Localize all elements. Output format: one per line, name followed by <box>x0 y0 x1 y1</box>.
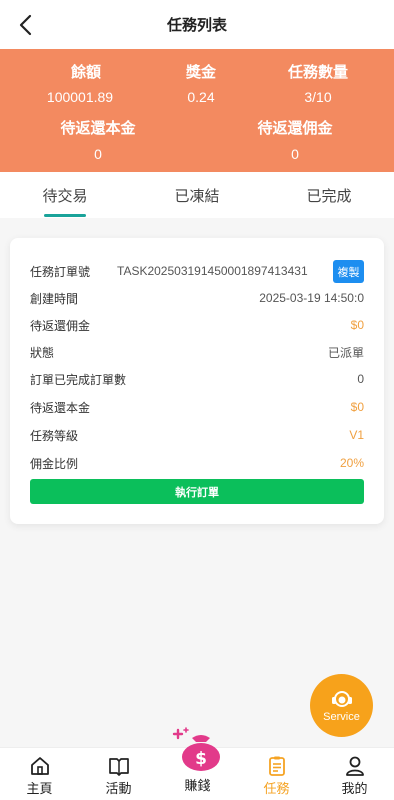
svg-text:$: $ <box>195 749 207 769</box>
pending-commission-row: 待返還佣金 $0 <box>30 315 364 335</box>
money-bag-icon[interactable]: $ <box>172 726 222 772</box>
nav-earn-label: 賺錢 <box>184 778 211 793</box>
level-value: V1 <box>349 428 364 442</box>
page-title: 任務列表 <box>166 17 227 34</box>
commission-value: 0 <box>291 146 299 162</box>
status-value: 已派單 <box>327 345 364 360</box>
task-count-value: 3/10 <box>304 89 332 105</box>
status-label: 狀態 <box>30 345 55 360</box>
nav-tasks[interactable]: 任務 <box>237 748 316 800</box>
nav-activity[interactable]: 活動 <box>79 748 158 800</box>
top-header: 任務列表 <box>0 0 394 49</box>
headset-icon <box>331 691 352 707</box>
created-row: 創建時間 2025-03-19 14:50:0 <box>30 288 364 308</box>
nav-home[interactable]: 主頁 <box>0 748 79 800</box>
bonus-value: 0.24 <box>187 89 215 105</box>
tab-bar: 待交易 已凍結 已完成 <box>0 172 394 218</box>
clipboard-icon <box>268 756 285 776</box>
nav-activity-label: 活動 <box>105 781 132 796</box>
copy-button[interactable]: 複製 <box>333 260 364 283</box>
book-icon <box>108 758 129 776</box>
pending-principal-row: 待返還本金 $0 <box>30 397 364 417</box>
principal-label: 待返還本金 <box>60 120 136 137</box>
pending-commission-value: $0 <box>350 318 364 332</box>
commission-rate-label: 佣金比例 <box>30 456 79 471</box>
commission-rate-row: 佣金比例 20% <box>30 453 364 473</box>
created-value: 2025-03-19 14:50:0 <box>259 291 364 305</box>
service-label: Service <box>323 711 360 723</box>
active-tab-indicator <box>44 214 86 217</box>
tab-completed[interactable]: 已完成 <box>284 172 374 218</box>
bonus-label: 獎金 <box>185 64 217 81</box>
pending-principal-value: $0 <box>350 400 364 414</box>
order-no-label: 任務訂單號 <box>30 264 91 279</box>
completed-count-row: 訂單已完成訂單數 0 <box>30 369 364 389</box>
completed-count-label: 訂單已完成訂單數 <box>30 372 127 387</box>
level-label: 任務等級 <box>30 428 79 443</box>
status-row: 狀態 已派單 <box>30 342 364 362</box>
pending-commission-label: 待返還佣金 <box>30 318 91 333</box>
nav-tasks-label: 任務 <box>263 781 290 796</box>
order-card: 任務訂單號 TASK202503191450001897413431 複製 創建… <box>10 238 384 524</box>
service-button[interactable]: Service <box>310 674 373 737</box>
tab-frozen[interactable]: 已凍結 <box>152 172 242 218</box>
back-arrow-icon[interactable] <box>14 12 38 38</box>
execute-order-button[interactable]: 執行訂單 <box>30 479 364 504</box>
tab-pending[interactable]: 待交易 <box>20 172 110 218</box>
commission-label: 待返還佣金 <box>257 120 333 137</box>
user-icon <box>345 756 364 776</box>
completed-count-value: 0 <box>357 372 364 386</box>
created-label: 創建時間 <box>30 291 79 306</box>
balance-value: 100001.89 <box>46 89 114 105</box>
nav-home-label: 主頁 <box>26 781 53 796</box>
nav-profile[interactable]: 我的 <box>315 748 394 800</box>
commission-rate-value: 20% <box>339 456 364 470</box>
level-row: 任務等級 V1 <box>30 425 364 445</box>
pending-principal-label: 待返還本金 <box>30 400 91 415</box>
order-no-value: TASK202503191450001897413431 <box>117 264 308 278</box>
stats-panel: 餘額 100001.89 獎金 0.24 任務數量 3/10 待返還本金 0 待… <box>0 49 394 172</box>
balance-label: 餘額 <box>70 64 102 81</box>
home-icon <box>30 757 49 775</box>
nav-profile-label: 我的 <box>341 781 368 796</box>
task-count-label: 任務數量 <box>287 64 349 81</box>
principal-value: 0 <box>94 146 102 162</box>
